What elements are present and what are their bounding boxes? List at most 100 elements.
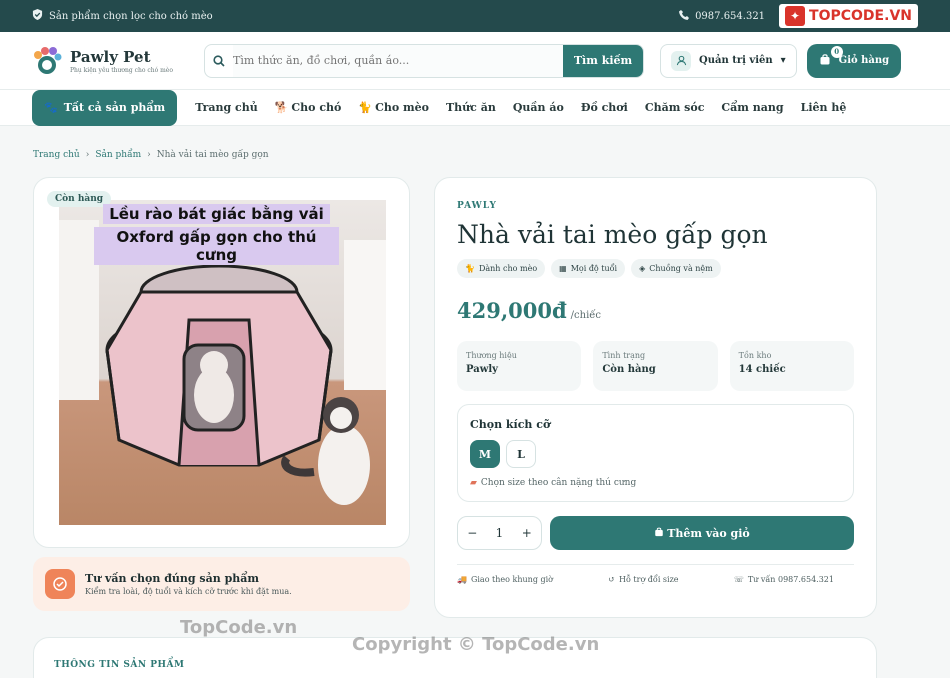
nav-item-label: Liên hệ xyxy=(800,101,847,114)
search-button[interactable]: Tìm kiếm xyxy=(563,44,643,77)
divider xyxy=(457,564,854,565)
dog-icon: 🐕 xyxy=(274,101,289,114)
image-caption: Lều rào bát giác bằng vải Oxford gấp gọn… xyxy=(94,204,339,268)
nav-item-contact[interactable]: Liên hệ xyxy=(801,101,847,114)
size-hint-text: Chọn size theo cân nặng thú cưng xyxy=(480,478,637,488)
add-to-cart-button[interactable]: Thêm vào giỏ xyxy=(550,516,854,550)
site-header: Pawly Pet Phụ kiện yêu thương cho chó mè… xyxy=(0,32,950,90)
nav-item-label: Cẩm nang xyxy=(721,101,784,114)
topcode-logo-text: TOPCODE.VN xyxy=(809,8,912,24)
cat-icon: 🐈 xyxy=(465,264,475,273)
quantity-stepper: − 1 + xyxy=(457,516,542,550)
nav-item-dogs[interactable]: 🐕 Cho chó xyxy=(275,101,342,114)
perk-support: ☏ Tư vấn 0987.654.321 xyxy=(734,575,834,584)
perk-label: Tư vấn 0987.654.321 xyxy=(747,575,834,584)
breadcrumb-home[interactable]: Trang chủ xyxy=(33,150,80,160)
service-perks: 🚚 Giao theo khung giờ ↺ Hỗ trợ đổi size ☏ T… xyxy=(457,575,854,584)
promo-text: Sản phẩm chọn lọc cho chó mèo xyxy=(49,10,213,22)
brand-name: Pawly Pet xyxy=(70,47,151,66)
topcode-badge-icon: ✦ xyxy=(785,6,806,26)
advice-banner: Tư vấn chọn đúng sản phẩm Kiểm tra loài,… xyxy=(33,557,410,611)
breadcrumb: Trang chủ › Sản phẩm › Nhà vải tai mèo g… xyxy=(33,150,269,160)
brand-logo[interactable]: Pawly Pet Phụ kiện yêu thương cho chó mè… xyxy=(32,46,204,76)
increase-button[interactable]: + xyxy=(522,526,532,540)
size-hint: ▰ Chọn size theo cân nặng thú cưng xyxy=(470,478,841,488)
account-menu[interactable]: Quản trị viên ▾ xyxy=(660,43,797,78)
tag-label: Mọi độ tuổi xyxy=(570,264,618,273)
nav-item-label: Trang chủ xyxy=(195,101,258,114)
decrease-button[interactable]: − xyxy=(467,526,477,540)
perk-label: Giao theo khung giờ xyxy=(470,575,553,584)
account-label: Quản trị viên xyxy=(699,55,773,66)
advice-title: Tư vấn chọn đúng sản phẩm xyxy=(85,572,260,585)
caption-line-2: Oxford gấp gọn cho thú cưng xyxy=(94,227,339,265)
nav-item-care[interactable]: Chăm sóc xyxy=(645,101,705,114)
product-stats: Thương hiệu Pawly Tình trạng Còn hàng Tồ… xyxy=(457,341,854,391)
product-name: Nhà vải tai mèo gấp gọn xyxy=(457,220,768,249)
main-nav: 🐾 Tất cả sản phẩm Trang chủ 🐕 Cho chó 🐈 Ch… xyxy=(0,89,950,126)
cart-count-badge: 0 xyxy=(830,45,843,58)
user-icon xyxy=(671,50,691,71)
nav-item-food[interactable]: Thức ăn xyxy=(446,101,496,114)
refresh-icon: ↺ xyxy=(608,575,615,584)
cart-button[interactable]: 0 Giỏ hàng xyxy=(806,43,902,78)
product-image[interactable]: Lều rào bát giác bằng vải Oxford gấp gọn… xyxy=(59,200,386,525)
product-brand: PAWLY xyxy=(457,201,497,211)
search-input[interactable] xyxy=(233,44,563,77)
shopping-bag-icon xyxy=(654,526,664,540)
stat-status: Tình trạng Còn hàng xyxy=(593,341,718,391)
nav-item-label: Chăm sóc xyxy=(644,101,705,114)
product-price: 429,000đ xyxy=(457,298,567,323)
layers-icon: ◈ xyxy=(639,264,646,273)
breadcrumb-current: Nhà vải tai mèo gấp gọn xyxy=(156,150,269,160)
perk-exchange: ↺ Hỗ trợ đổi size xyxy=(608,575,678,584)
price-unit: /chiếc xyxy=(570,310,602,321)
ruler-icon: ▰ xyxy=(470,478,477,488)
tag-cat: 🐈 Dành cho mèo xyxy=(457,259,546,278)
perk-label: Hỗ trợ đổi size xyxy=(618,575,679,584)
search-icon xyxy=(205,45,233,77)
price-block: 429,000đ /chiếc xyxy=(457,298,854,323)
chevron-right-icon: › xyxy=(85,150,90,160)
top-bar: Sản phẩm chọn lọc cho chó mèo 0987.654.3… xyxy=(0,0,950,32)
headset-icon: ☏ xyxy=(733,575,744,584)
size-label: Chọn kích cỡ xyxy=(470,418,551,431)
all-products-button[interactable]: 🐾 Tất cả sản phẩm xyxy=(32,89,178,126)
tag-age: ▦ Mọi độ tuổi xyxy=(551,259,626,278)
nav-item-label: Quần áo xyxy=(512,101,564,114)
nav-item-cats[interactable]: 🐈 Cho mèo xyxy=(358,101,429,114)
nav-item-toys[interactable]: Đồ chơi xyxy=(581,101,628,114)
advice-text: Kiểm tra loài, độ tuổi và kích cỡ trước … xyxy=(85,587,292,596)
add-to-cart-label: Thêm vào giỏ xyxy=(667,526,750,540)
nav-item-guide[interactable]: Cẩm nang xyxy=(721,101,783,114)
phone-icon xyxy=(679,9,690,23)
all-products-label: Tất cả sản phẩm xyxy=(63,101,166,114)
nav-item-home[interactable]: Trang chủ xyxy=(195,101,258,114)
perk-delivery: 🚚 Giao theo khung giờ xyxy=(457,575,553,584)
check-badge-icon xyxy=(45,569,75,599)
breadcrumb-products[interactable]: Sản phẩm xyxy=(95,150,141,160)
nav-item-label: Đồ chơi xyxy=(580,101,628,114)
stat-value: Còn hàng xyxy=(602,364,656,375)
caption-line-1: Lều rào bát giác bằng vải xyxy=(103,204,330,224)
stat-brand: Thương hiệu Pawly xyxy=(457,341,582,391)
size-option-l[interactable]: L xyxy=(506,440,536,468)
size-option-m[interactable]: M xyxy=(470,440,500,468)
chevron-down-icon: ▾ xyxy=(780,55,786,66)
product-gallery: Còn hàng Lều rào bát giác bằng vải Oxfor… xyxy=(33,177,410,548)
phone-number[interactable]: 0987.654.321 xyxy=(695,11,765,22)
copyright-watermark: Copyright © TopCode.vn xyxy=(352,634,600,655)
watermark-text: TopCode.vn xyxy=(180,617,298,638)
stat-key: Tình trạng xyxy=(602,351,646,360)
stat-key: Tồn kho xyxy=(738,351,772,360)
quantity-value[interactable]: 1 xyxy=(496,526,504,540)
nav-item-label: Thức ăn xyxy=(445,101,496,114)
tag-category: ◈ Chuồng và nệm xyxy=(631,259,721,278)
chevron-right-icon: › xyxy=(147,150,151,160)
stat-key: Thương hiệu xyxy=(466,351,517,360)
nav-item-clothes[interactable]: Quần áo xyxy=(513,101,564,114)
tag-label: Dành cho mèo xyxy=(478,264,538,273)
stat-value: 14 chiếc xyxy=(738,364,786,375)
truck-icon: 🚚 xyxy=(457,575,467,584)
stat-inventory: Tồn kho 14 chiếc xyxy=(729,341,854,391)
